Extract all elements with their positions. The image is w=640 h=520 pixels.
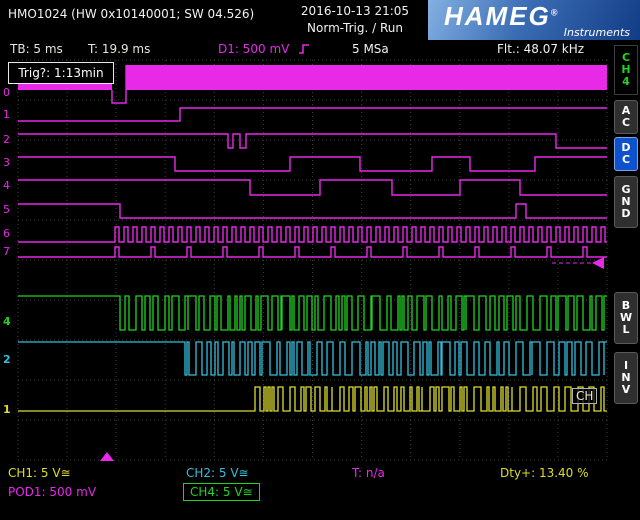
timebase-readout: TB: 5 ms [10, 42, 63, 56]
brand-subtitle: Instruments [564, 26, 630, 39]
digital-label-D7: 7 [3, 245, 10, 258]
softkey-inv[interactable]: INV [614, 352, 638, 404]
trigger-info-label: Trig?: 1:13min [8, 62, 114, 84]
digital-label-D1: 1 [3, 108, 10, 121]
rising-edge-icon [298, 43, 310, 55]
footer-bar: CH1: 5 V≅ POD1: 500 mV CH2: 5 V≅ CH4: 5 … [0, 462, 640, 520]
softkey-dc[interactable]: DC [614, 137, 638, 171]
trigger-status: Norm-Trig. / Run [275, 20, 435, 37]
soft-menu-title-label: CH4 [620, 52, 632, 88]
digital-label-D5: 5 [3, 203, 10, 216]
softkey-label: INV [620, 360, 632, 396]
oscilloscope-screen: HMO1024 (HW 0x10140001; SW 04.526) 2016-… [0, 0, 640, 520]
soft-menu: CH4 AC DC GND BWL INV [612, 40, 640, 462]
digital-trace-D1 [18, 108, 607, 121]
waveform-display: 0 1 2 3 4 5 6 7 4 2 1 Trig?: 1:13min CH [0, 58, 612, 462]
device-id: HMO1024 (HW 0x10140001; SW 04.526) [8, 7, 254, 21]
trigger-level-arrow[interactable] [592, 257, 604, 269]
digital-trace-D0 [112, 65, 126, 103]
softkey-gnd[interactable]: GND [614, 176, 638, 228]
scope-svg: 0 1 2 3 4 5 6 7 4 2 1 [0, 58, 612, 462]
channel-overlay-label: CH [572, 388, 597, 404]
duty-cycle-readout: Dty+: 13.40 % [500, 466, 589, 480]
status-bar: TB: 5 ms T: 19.9 ms D1: 500 mV 5 MSa Flt… [0, 40, 612, 58]
analog-trace-CH2 [18, 342, 607, 375]
analog-label-CH4: 4 [3, 315, 11, 328]
softkey-label: AC [620, 105, 632, 129]
softkey-bwl[interactable]: BWL [614, 292, 638, 344]
analog-trace-CH4 [18, 296, 607, 330]
ch4-readout-selected: CH4: 5 V≅ [183, 483, 260, 501]
trigger-time-marker[interactable] [100, 452, 114, 461]
digital-label-D4: 4 [3, 179, 10, 192]
ch2-readout: CH2: 5 V≅ [186, 466, 249, 480]
header-center: 2016-10-13 21:05 Norm-Trig. / Run [275, 3, 435, 37]
ch1-readout: CH1: 5 V≅ [8, 466, 71, 480]
analog-trace-CH1 [18, 387, 607, 411]
digital-label-D0: 0 [3, 86, 10, 99]
digital-trace-D5 [18, 204, 607, 218]
softkey-ac[interactable]: AC [614, 100, 638, 134]
digital-label-D6: 6 [3, 227, 10, 240]
analog-label-CH2: 2 [3, 353, 11, 366]
softkey-label: DC [620, 142, 632, 166]
pod1-readout: POD1: 500 mV [8, 485, 96, 499]
soft-menu-title: CH4 [614, 45, 638, 95]
sample-rate-readout: 5 MSa [352, 42, 389, 56]
digital-label-D2: 2 [3, 133, 10, 146]
analog-label-CH1: 1 [3, 403, 11, 416]
header-bar: HMO1024 (HW 0x10140001; SW 04.526) 2016-… [0, 0, 640, 40]
trigger-value-readout: T: n/a [352, 466, 385, 480]
filter-readout: Flt.: 48.07 kHz [497, 42, 584, 56]
digital-trace-D6 [18, 227, 607, 242]
hameg-logo: HAMEG® Instruments [428, 0, 640, 40]
softkey-label: BWL [620, 300, 632, 336]
digital-label-D3: 3 [3, 156, 10, 169]
trigger-source-readout: D1: 500 mV [218, 42, 289, 56]
digital-busy-D0 [126, 65, 607, 90]
time-readout: T: 19.9 ms [88, 42, 150, 56]
datetime: 2016-10-13 21:05 [275, 3, 435, 20]
brand-name: HAMEG® [444, 1, 557, 32]
softkey-label: GND [620, 184, 632, 220]
registered-mark: ® [551, 7, 558, 17]
